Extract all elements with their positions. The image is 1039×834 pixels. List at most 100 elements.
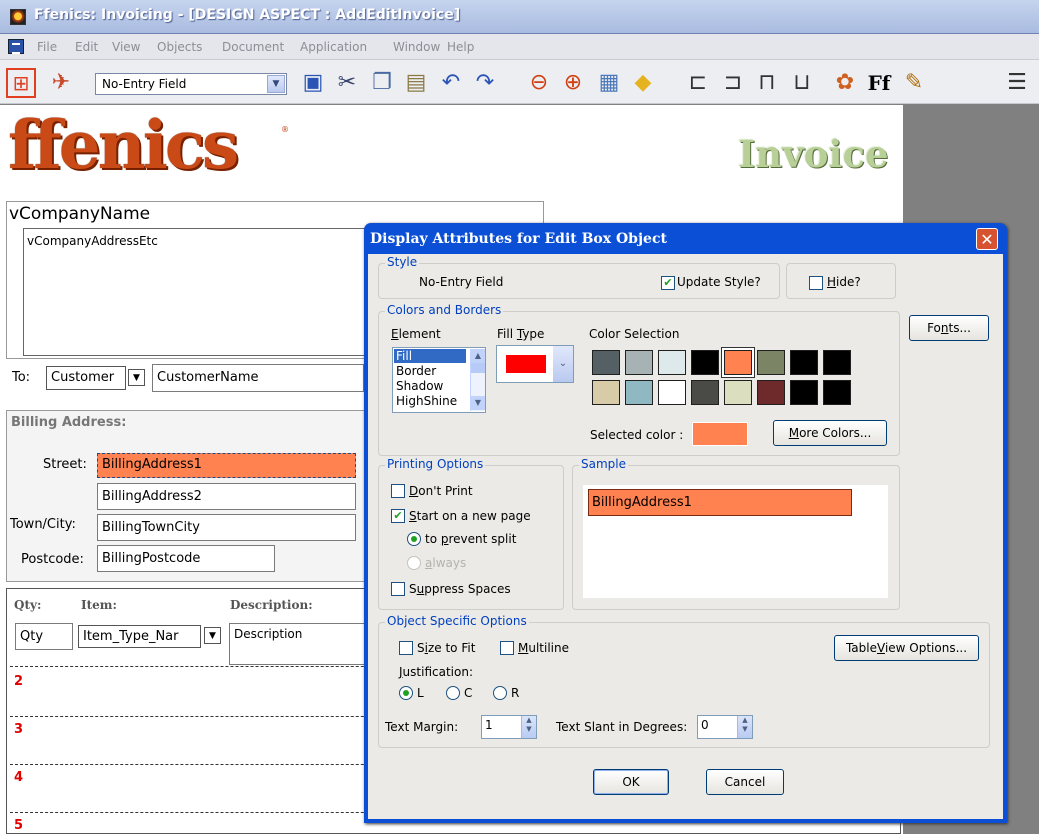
color-swatch[interactable] [691, 350, 719, 375]
spinner-arrows-icon[interactable]: ▲ ▼ [737, 716, 752, 738]
item-type-combo[interactable]: Item_Type_Nar [78, 625, 201, 648]
color-swatch[interactable] [658, 380, 686, 405]
postcode-field[interactable]: BillingPostcode [97, 545, 275, 572]
fonts-button[interactable]: Fonts... [909, 315, 989, 341]
cancel-button[interactable]: Cancel [706, 769, 784, 795]
color-swatch-selected[interactable] [722, 348, 754, 377]
close-icon[interactable]: ✕ [976, 228, 998, 250]
align-top-icon[interactable]: ⊓ [752, 68, 782, 98]
cut-icon[interactable]: ✂ [332, 68, 362, 98]
dont-print-checkbox[interactable] [391, 484, 405, 498]
town-field[interactable]: BillingTownCity [97, 514, 356, 541]
customer-type-combo[interactable]: Customer [46, 366, 126, 390]
multiline-checkbox[interactable] [500, 641, 514, 655]
color-swatch[interactable] [790, 380, 818, 405]
style-select[interactable]: No-Entry Field ▼ [95, 73, 287, 95]
color-swatch[interactable] [691, 380, 719, 405]
chevron-down-icon[interactable]: ▼ [128, 369, 145, 386]
color-swatch[interactable] [724, 380, 752, 405]
menu-file[interactable]: File [37, 40, 57, 54]
color-swatch[interactable] [592, 380, 620, 405]
sample-group: Sample BillingAddress1 [572, 457, 900, 610]
font-icon[interactable]: Ff [864, 68, 894, 98]
billing-address1-field[interactable]: BillingAddress1 [97, 453, 356, 478]
justify-left-radio[interactable] [399, 686, 413, 700]
scroll-up-icon[interactable]: ▲ [471, 349, 485, 363]
align-left-icon[interactable]: ⊏ [683, 68, 713, 98]
company-name-field[interactable]: vCompanyName [9, 204, 150, 224]
menu-window[interactable]: Window [393, 40, 440, 54]
start-new-page-checkbox[interactable]: ✔ [391, 509, 405, 523]
zoom-out-icon[interactable]: ⊖ [524, 68, 554, 98]
registered-mark: ® [281, 125, 289, 134]
app-icon[interactable] [10, 9, 26, 25]
billing-heading: Billing Address: [11, 415, 127, 430]
save-icon[interactable]: ▣ [298, 68, 328, 98]
palette-icon[interactable]: ✿ [830, 68, 860, 98]
ok-button[interactable]: OK [593, 769, 669, 795]
billing-address2-field[interactable]: BillingAddress2 [97, 483, 356, 510]
color-swatch[interactable] [757, 380, 785, 405]
color-swatch[interactable] [592, 350, 620, 375]
customer-name-field[interactable]: CustomerName [152, 364, 364, 392]
zoom-in-icon[interactable]: ⊕ [558, 68, 588, 98]
color-swatch[interactable] [823, 380, 851, 405]
dialog-body: Style No-Entry Field ✔ Update Style? Hid… [368, 254, 1003, 819]
scroll-down-icon[interactable]: ▼ [471, 396, 485, 410]
size-to-fit-checkbox[interactable] [399, 641, 413, 655]
element-item[interactable]: Shadow [396, 379, 443, 393]
menu-view[interactable]: View [112, 40, 140, 54]
description-field[interactable]: Description [229, 623, 369, 665]
color-swatch[interactable] [625, 350, 653, 375]
menu-edit[interactable]: Edit [75, 40, 98, 54]
align-bottom-icon[interactable]: ⊔ [787, 68, 817, 98]
color-swatch[interactable] [757, 350, 785, 375]
more-colors-button[interactable]: More Colors... [773, 420, 887, 446]
element-scrollbar[interactable]: ▲ ▼ [470, 349, 485, 411]
menu-application[interactable]: Application [300, 40, 367, 54]
tag-icon[interactable]: ◆ [628, 68, 658, 98]
color-swatch[interactable] [625, 380, 653, 405]
align-right-icon[interactable]: ⊐ [718, 68, 748, 98]
menu-help[interactable]: Help [447, 40, 474, 54]
hide-checkbox[interactable] [809, 276, 823, 290]
scroll-thumb[interactable] [471, 363, 485, 373]
spinner-arrows-icon[interactable]: ▲ ▼ [521, 716, 536, 738]
text-margin-spinner[interactable]: 1 ▲ ▼ [481, 715, 537, 739]
update-style-checkbox[interactable]: ✔ [661, 276, 675, 290]
fill-type-select[interactable]: ⌄ [496, 345, 574, 383]
color-swatch[interactable] [658, 350, 686, 375]
always-radio[interactable] [407, 556, 421, 570]
chevron-down-icon[interactable]: ▼ [204, 627, 221, 644]
paste-icon[interactable]: ▤ [401, 68, 431, 98]
copy-icon[interactable]: ❐ [367, 68, 397, 98]
row-number: 4 [14, 770, 24, 785]
menu-objects[interactable]: Objects [157, 40, 202, 54]
document-menu-icon[interactable] [8, 39, 24, 54]
justify-right-radio[interactable] [493, 686, 507, 700]
element-listbox[interactable]: Fill Border Shadow HighShine ▲ ▼ [392, 347, 486, 413]
company-address-field[interactable]: vCompanyAddressEtc [27, 234, 158, 248]
chevron-down-icon[interactable]: ▼ [267, 75, 285, 93]
tableview-options-button[interactable]: TableView Options... [834, 635, 979, 661]
calculator-icon[interactable]: ✎ [899, 68, 929, 98]
undo-icon[interactable]: ↶ [436, 68, 466, 98]
redo-icon[interactable]: ↷ [470, 68, 500, 98]
text-slant-spinner[interactable]: 0 ▲ ▼ [697, 715, 753, 739]
list-view-icon[interactable]: ☰ [1002, 68, 1032, 98]
element-item[interactable]: Border [396, 364, 436, 378]
display-attributes-dialog: Display Attributes for Edit Box Object ✕… [364, 223, 1007, 823]
suppress-spaces-checkbox[interactable] [391, 582, 405, 596]
element-item[interactable]: Fill [394, 349, 466, 363]
chevron-down-icon[interactable]: ⌄ [553, 346, 573, 382]
paper-plane-icon[interactable]: ✈ [46, 68, 76, 98]
prevent-split-radio[interactable] [407, 532, 421, 546]
color-swatch[interactable] [823, 350, 851, 375]
menu-document[interactable]: Document [222, 40, 284, 54]
table-icon[interactable]: ▦ [594, 68, 624, 98]
grid-layout-icon[interactable]: ⊞ [6, 68, 36, 98]
element-item[interactable]: HighShine [396, 394, 457, 408]
justify-center-radio[interactable] [446, 686, 460, 700]
qty-field[interactable]: Qty [15, 623, 73, 650]
color-swatch[interactable] [790, 350, 818, 375]
